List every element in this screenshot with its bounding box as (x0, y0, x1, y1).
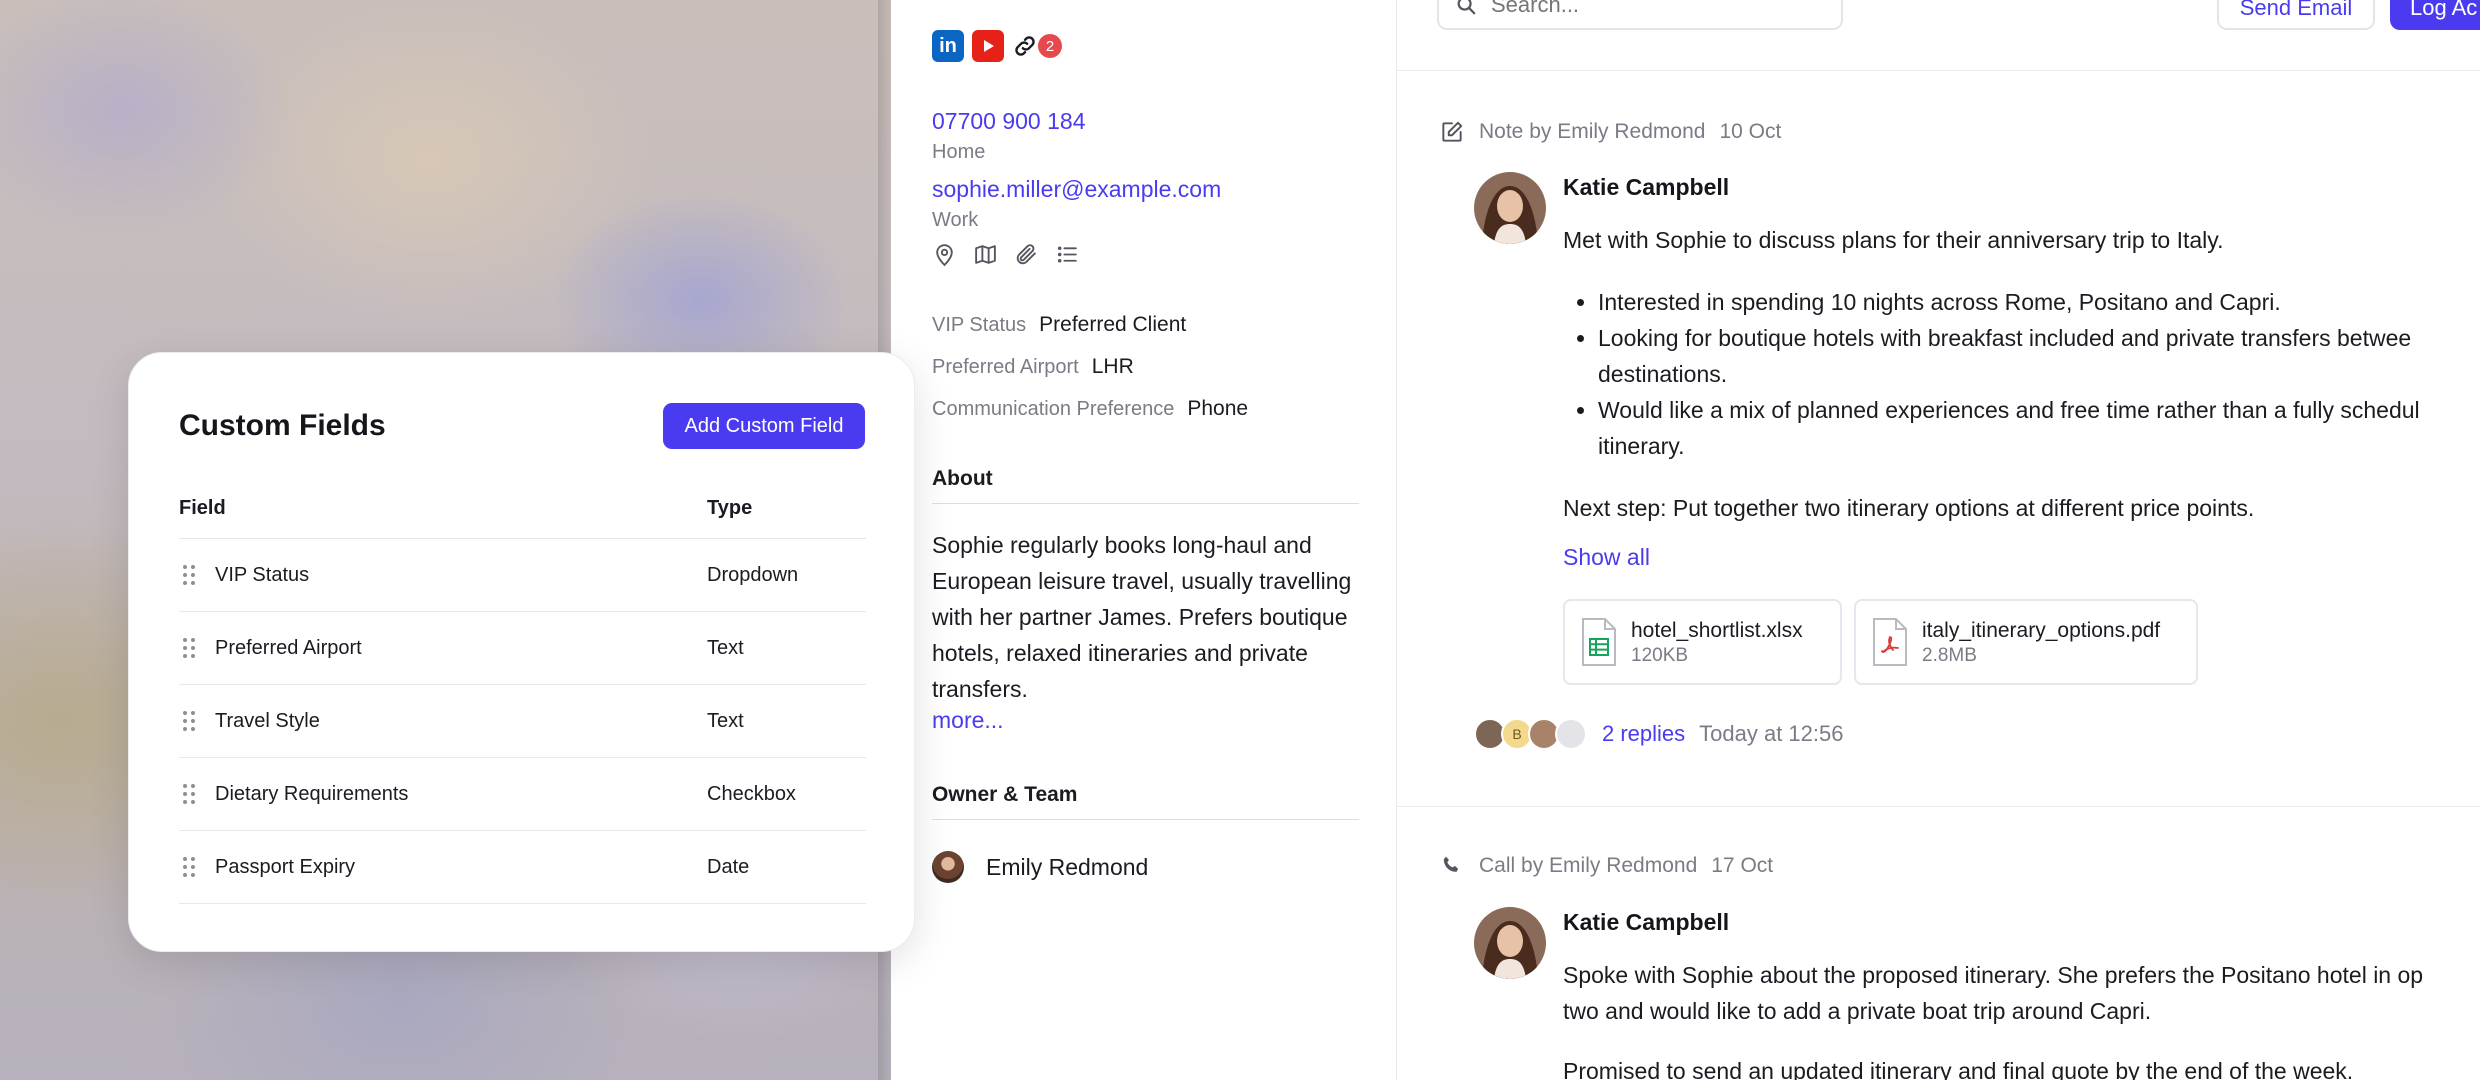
list-item: Looking for boutique hotels with breakfa… (1598, 320, 2420, 356)
activity-panel: Send Email Log Ac Note by Emily Redmond … (1397, 0, 2480, 1080)
paperclip-icon[interactable] (1014, 242, 1039, 267)
custom-fields-title: Custom Fields (179, 409, 386, 442)
social-links: in 2 (932, 30, 1062, 62)
add-custom-field-button[interactable]: Add Custom Field (663, 403, 865, 449)
map-icon[interactable] (973, 242, 998, 267)
file-attachment-pdf[interactable]: italy_itinerary_options.pdf 2.8MB (1854, 599, 2198, 685)
owner-section-title: Owner & Team (932, 783, 1359, 820)
custom-fields-card: Custom Fields Add Custom Field Field Typ… (128, 352, 915, 952)
field-name: Dietary Requirements (215, 782, 409, 805)
field-name: VIP Status (215, 563, 310, 586)
attribute-communication-preference: Communication Preference Phone (932, 397, 1249, 420)
call-text-line: Promised to send an updated itinerary an… (1563, 1058, 2354, 1080)
field-type: Checkbox (707, 782, 796, 805)
call-date: 17 Oct (1711, 854, 1774, 877)
entry-divider (1397, 806, 2480, 807)
field-type: Text (707, 636, 744, 659)
show-all-link[interactable]: Show all (1563, 544, 1650, 571)
activity-search[interactable] (1437, 0, 1843, 30)
list-item-continued: itinerary. (1598, 433, 1685, 459)
spreadsheet-file-icon (1581, 617, 1617, 667)
file-size: 120KB (1631, 645, 1689, 666)
drag-handle-icon[interactable] (182, 637, 196, 659)
contact-panel: in 2 07700 900 184 Home sophie.miller@ex… (891, 0, 1396, 1080)
owner-avatar (932, 851, 964, 883)
list-item: Would like a mix of planned experiences … (1598, 392, 2420, 428)
field-name: Travel Style (215, 709, 320, 732)
reply-avatar-more (1555, 718, 1587, 750)
column-header-field: Field (179, 497, 226, 519)
field-name: Passport Expiry (215, 855, 356, 878)
call-text-line: Spoke with Sophie about the proposed iti… (1563, 962, 2424, 988)
note-author: Katie Campbell (1563, 174, 1730, 200)
email-type-label: Work (932, 209, 979, 231)
phone-icon (1439, 853, 1465, 879)
call-header: Call by Emily Redmond 17 Oct (1439, 853, 1773, 879)
call-header-text: Call by Emily Redmond (1479, 854, 1698, 877)
drag-handle-icon[interactable] (182, 856, 196, 878)
list-item: Interested in spending 10 nights across … (1598, 284, 2420, 320)
edit-note-icon (1439, 119, 1465, 145)
drag-handle-icon[interactable] (182, 710, 196, 732)
field-type: Text (707, 709, 744, 732)
note-intro: Met with Sophie to discuss plans for the… (1563, 227, 2224, 253)
owner-name: Emily Redmond (986, 853, 1149, 880)
file-attachment-xlsx[interactable]: hotel_shortlist.xlsx 120KB (1563, 599, 1842, 685)
replies-row: B 2 replies Today at 12:56 (1474, 718, 1844, 750)
youtube-icon[interactable] (972, 30, 1004, 62)
note-next-step: Next step: Put together two itinerary op… (1563, 495, 2255, 521)
links-button[interactable]: 2 (1012, 30, 1062, 62)
file-size: 2.8MB (1922, 645, 1977, 666)
attribute-preferred-airport: Preferred Airport LHR (932, 355, 1134, 378)
about-text: Sophie regularly books long-haul and Eur… (932, 532, 1352, 702)
note-header-text: Note by Emily Redmond (1479, 120, 1706, 143)
note-bullets: Interested in spending 10 nights across … (1563, 284, 2420, 464)
field-type: Date (707, 855, 750, 878)
drag-handle-icon[interactable] (182, 783, 196, 805)
table-row[interactable]: Preferred Airport Text (179, 612, 866, 685)
send-email-button[interactable]: Send Email (2217, 0, 2375, 30)
phone-link[interactable]: 07700 900 184 (932, 108, 1086, 135)
pdf-file-icon (1872, 617, 1908, 667)
email-link[interactable]: sophie.miller@example.com (932, 176, 1221, 203)
header-divider (1397, 70, 2480, 71)
note-header: Note by Emily Redmond 10 Oct (1439, 119, 1781, 145)
field-type: Dropdown (707, 563, 799, 586)
note-date: 10 Oct (1719, 120, 1782, 143)
link-icon (1015, 36, 1035, 56)
replies-time: Today at 12:56 (1699, 721, 1844, 746)
file-name: hotel_shortlist.xlsx (1631, 619, 1803, 642)
call-author: Katie Campbell (1563, 909, 1730, 935)
column-header-type: Type (707, 497, 753, 519)
table-row[interactable]: VIP Status Dropdown (179, 539, 866, 612)
file-name: italy_itinerary_options.pdf (1922, 619, 2161, 642)
links-count-badge: 2 (1038, 34, 1062, 58)
log-activity-button[interactable]: Log Ac (2390, 0, 2480, 30)
note-author-avatar (1474, 172, 1546, 244)
table-header: Field Type (179, 479, 866, 539)
field-name: Preferred Airport (215, 636, 362, 659)
phone-type-label: Home (932, 141, 986, 163)
owner-row[interactable]: Emily Redmond (932, 851, 1148, 883)
table-row[interactable]: Travel Style Text (179, 685, 866, 758)
list-item-continued: destinations. (1598, 361, 1728, 387)
search-icon (1457, 0, 1476, 15)
search-input[interactable] (1491, 0, 1811, 18)
drag-handle-icon[interactable] (182, 564, 196, 586)
replies-link[interactable]: 2 replies (1602, 721, 1685, 747)
custom-fields-table: Field Type VIP Status Dropdown Preferred… (179, 479, 866, 904)
about-more-link[interactable]: more... (932, 707, 1004, 734)
table-row[interactable]: Passport Expiry Date (179, 831, 866, 904)
call-author-avatar (1474, 907, 1546, 979)
contact-tools (932, 242, 1080, 267)
call-text-line: two and would like to add a private boat… (1563, 998, 2152, 1024)
table-row[interactable]: Dietary Requirements Checkbox (179, 758, 866, 831)
linkedin-icon[interactable]: in (932, 30, 964, 62)
about-section-title: About (932, 467, 1359, 504)
attribute-vip-status: VIP Status Preferred Client (932, 313, 1187, 336)
location-pin-icon[interactable] (932, 242, 957, 267)
list-icon[interactable] (1055, 242, 1080, 267)
